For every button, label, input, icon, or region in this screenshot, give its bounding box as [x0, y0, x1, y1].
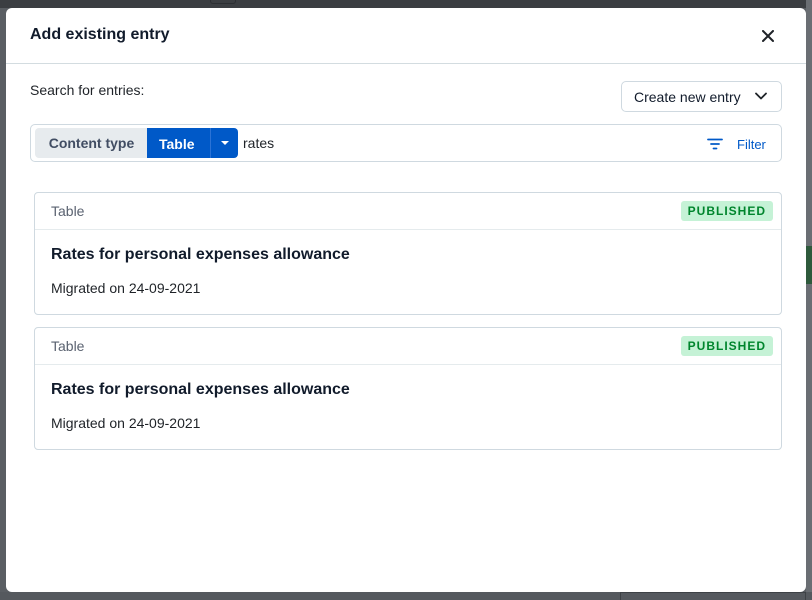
entry-card-header: Table PUBLISHED	[35, 193, 781, 230]
content-type-dropdown[interactable]	[210, 128, 238, 158]
background-topbar	[0, 0, 812, 8]
entry-title: Rates for personal expenses allowance	[51, 246, 350, 263]
status-badge: PUBLISHED	[680, 336, 773, 356]
create-new-entry-label: Create new entry	[634, 88, 741, 105]
caret-down-icon	[220, 141, 229, 145]
content-type-label: Content type	[35, 128, 148, 158]
entry-content-type: Table	[51, 338, 85, 354]
status-badge: PUBLISHED	[680, 201, 773, 221]
add-existing-entry-modal: Add existing entry Search for entries: C…	[6, 8, 806, 592]
entry-content-type: Table	[51, 203, 85, 219]
background-chip	[210, 0, 236, 4]
modal-title: Add existing entry	[30, 26, 170, 43]
chevron-down-icon	[755, 92, 767, 100]
entry-description: Migrated on 24-09-2021	[51, 280, 201, 296]
entry-card-header: Table PUBLISHED	[35, 328, 781, 365]
entry-card[interactable]: Table PUBLISHED Rates for personal expen…	[34, 327, 782, 450]
filter-icon	[707, 138, 723, 150]
entry-description: Migrated on 24-09-2021	[51, 415, 201, 431]
content-type-value: Table	[159, 136, 195, 152]
close-button[interactable]	[754, 24, 782, 48]
search-label: Search for entries:	[30, 82, 145, 98]
search-input[interactable]	[243, 130, 683, 156]
entry-title: Rates for personal expenses allowance	[51, 381, 350, 398]
background-footer-box	[620, 592, 806, 600]
entry-card[interactable]: Table PUBLISHED Rates for personal expen…	[34, 192, 782, 315]
filter-label: Filter	[737, 136, 766, 152]
background-panel	[806, 0, 812, 600]
filter-button[interactable]: Filter	[707, 134, 766, 154]
modal-header: Add existing entry	[6, 8, 806, 64]
close-icon	[762, 30, 774, 42]
search-bar: Content type Table Filter	[30, 124, 782, 162]
content-type-select[interactable]: Table	[147, 128, 238, 158]
background-accent	[806, 246, 812, 284]
create-new-entry-button[interactable]: Create new entry	[621, 81, 782, 112]
